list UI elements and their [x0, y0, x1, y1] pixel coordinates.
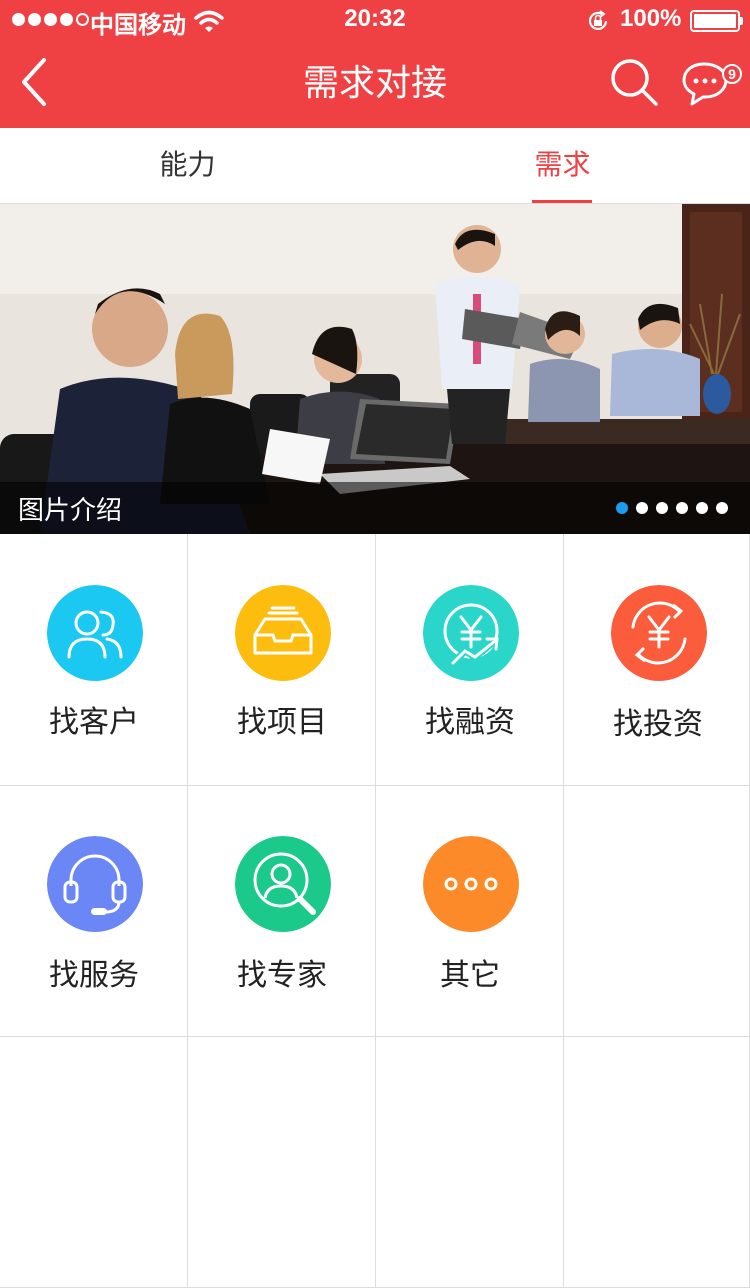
customers-icon [47, 585, 143, 681]
grid-item-label: 找项目 [237, 705, 327, 740]
headset-icon [47, 836, 143, 932]
rotation-lock-icon [588, 10, 608, 30]
banner-carousel[interactable]: 图片介绍 [0, 204, 750, 534]
grid-item-find-experts[interactable]: 找专家 [188, 786, 376, 1037]
tab-ability[interactable]: 能力 [0, 128, 375, 204]
grid-item-find-financing[interactable]: 找融资 [376, 534, 564, 786]
project-tray-icon [235, 585, 331, 681]
grid-item-label: 找专家 [237, 958, 327, 993]
grid-empty-cell [564, 786, 750, 1037]
feature-grid: 找客户 找项目 找融资 找投资 找服务 找专家 其它 [0, 534, 750, 1288]
pagination-dot[interactable] [636, 502, 648, 514]
more-icon [423, 836, 519, 932]
status-bar: 中国移动 20:32 100% [0, 0, 750, 40]
grid-empty-cell [188, 1037, 376, 1288]
grid-empty-cell [0, 1037, 188, 1288]
battery-icon [690, 10, 743, 32]
grid-empty-cell [564, 1037, 750, 1288]
pagination-dot[interactable] [676, 502, 688, 514]
grid-item-find-projects[interactable]: 找项目 [188, 534, 376, 786]
grid-item-label: 找客户 [49, 705, 139, 740]
pagination-dot[interactable] [616, 502, 628, 514]
pagination-dot[interactable] [696, 502, 708, 514]
battery-percent: 100% [620, 5, 682, 32]
grid-empty-cell [376, 1037, 564, 1288]
investment-yen-icon [611, 585, 707, 681]
grid-item-label: 其它 [440, 958, 500, 993]
grid-item-label: 找融资 [425, 705, 515, 740]
banner-caption: 图片介绍 [18, 496, 123, 526]
tab-bar: 能力 需求 [0, 128, 750, 204]
pagination-dot[interactable] [656, 502, 668, 514]
grid-item-find-customers[interactable]: 找客户 [0, 534, 188, 786]
nav-bar: 需求对接 9 [0, 40, 750, 128]
grid-item-find-services[interactable]: 找服务 [0, 786, 188, 1037]
carousel-pagination[interactable] [616, 502, 728, 514]
header: 中国移动 20:32 100% 需求对接 9 [0, 0, 750, 128]
grid-item-label: 找投资 [613, 707, 703, 742]
financing-yen-icon [423, 585, 519, 681]
active-tab-indicator [532, 200, 592, 203]
grid-item-label: 找服务 [49, 958, 139, 993]
expert-search-icon [235, 836, 331, 932]
tab-demand[interactable]: 需求 [375, 128, 750, 204]
message-count-badge: 9 [722, 64, 742, 84]
back-button[interactable] [10, 52, 70, 112]
grid-item-find-investment[interactable]: 找投资 [564, 534, 750, 786]
pagination-dot[interactable] [716, 502, 728, 514]
search-button[interactable] [606, 54, 662, 110]
grid-item-others[interactable]: 其它 [376, 786, 564, 1037]
